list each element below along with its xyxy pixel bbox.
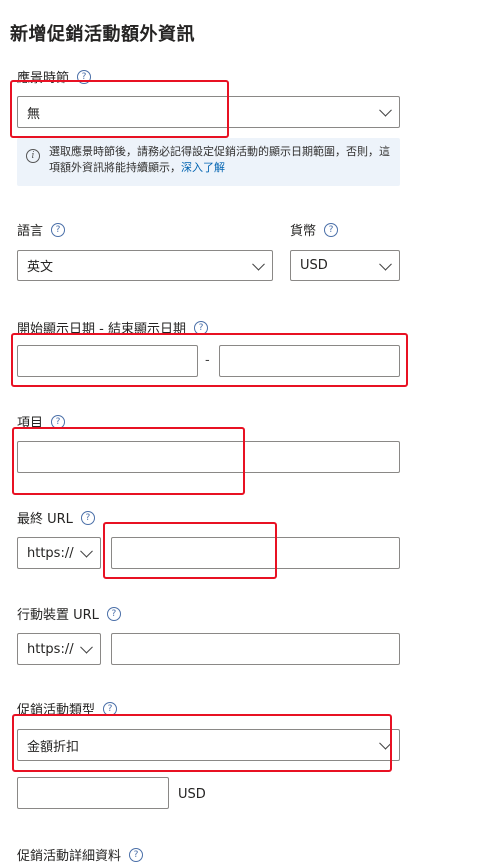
mobile-url-protocol-value: https:// bbox=[27, 641, 74, 657]
chevron-down-icon bbox=[80, 544, 93, 558]
currency-selected-value: USD bbox=[300, 258, 328, 273]
season-select[interactable]: 無 bbox=[17, 96, 400, 128]
discount-amount-input[interactable] bbox=[17, 777, 169, 809]
date-range-separator: - bbox=[205, 353, 210, 368]
help-icon[interactable]: ? bbox=[77, 69, 92, 84]
help-icon[interactable]: ? bbox=[193, 320, 208, 335]
info-banner: i 選取應景時節後，請務必記得設定促銷活動的顯示日期範圍，否則，這項額外資訊將能… bbox=[17, 138, 400, 186]
help-icon[interactable]: ? bbox=[324, 222, 339, 237]
promotion-type-selected-value: 金額折扣 bbox=[27, 739, 80, 755]
mobile-url-field-label: 行動裝置 URL ? bbox=[17, 604, 121, 623]
currency-label: 貨幣 bbox=[290, 224, 317, 239]
discount-unit-label: USD bbox=[178, 787, 206, 802]
info-icon: i bbox=[26, 149, 40, 163]
item-label: 項目 bbox=[17, 416, 44, 431]
start-date-input[interactable] bbox=[17, 345, 198, 377]
help-icon[interactable]: ? bbox=[103, 701, 118, 716]
display-dates-label: 開始顯示日期 - 結束顯示日期 bbox=[17, 322, 186, 337]
language-field-label: 語言 ? bbox=[17, 220, 66, 239]
language-label: 語言 bbox=[17, 224, 44, 239]
promotion-type-field-label: 促銷活動類型 ? bbox=[17, 699, 118, 718]
final-url-field-label: 最終 URL ? bbox=[17, 508, 95, 527]
currency-field-label: 貨幣 ? bbox=[290, 220, 339, 239]
language-select[interactable]: 英文 bbox=[17, 250, 273, 281]
season-field-label: 應景時節 ? bbox=[17, 67, 92, 86]
chevron-down-icon bbox=[379, 257, 392, 271]
final-url-label: 最終 URL bbox=[17, 512, 73, 527]
currency-select[interactable]: USD bbox=[290, 250, 400, 281]
promotion-type-label: 促銷活動類型 bbox=[17, 703, 96, 718]
chevron-down-icon bbox=[252, 257, 265, 271]
language-selected-value: 英文 bbox=[27, 260, 54, 275]
final-url-protocol-select[interactable]: https:// bbox=[17, 537, 101, 569]
season-selected-value: 無 bbox=[27, 106, 41, 122]
final-url-input[interactable] bbox=[111, 537, 400, 569]
season-label: 應景時節 bbox=[17, 71, 70, 86]
item-input[interactable] bbox=[17, 441, 400, 473]
help-icon[interactable]: ? bbox=[106, 606, 121, 621]
chevron-down-icon bbox=[379, 103, 392, 117]
mobile-url-protocol-select[interactable]: https:// bbox=[17, 633, 101, 665]
learn-more-link[interactable]: 深入了解 bbox=[181, 161, 225, 174]
final-url-protocol-value: https:// bbox=[27, 545, 74, 561]
chevron-down-icon bbox=[379, 736, 392, 750]
promotion-type-select[interactable]: 金額折扣 bbox=[17, 729, 400, 761]
help-icon[interactable]: ? bbox=[129, 847, 144, 862]
page-title: 新增促銷活動額外資訊 bbox=[10, 24, 195, 45]
help-icon[interactable]: ? bbox=[51, 414, 66, 429]
help-icon[interactable]: ? bbox=[51, 222, 66, 237]
end-date-input[interactable] bbox=[219, 345, 400, 377]
item-field-label: 項目 ? bbox=[17, 412, 66, 431]
help-icon[interactable]: ? bbox=[80, 510, 95, 525]
chevron-down-icon bbox=[80, 640, 93, 654]
promotion-details-label: 促銷活動詳細資料 bbox=[17, 849, 122, 864]
mobile-url-input[interactable] bbox=[111, 633, 400, 665]
display-dates-field-label: 開始顯示日期 - 結束顯示日期 ? bbox=[17, 318, 208, 337]
mobile-url-label: 行動裝置 URL bbox=[17, 608, 99, 623]
promotion-details-field-label: 促銷活動詳細資料 ? bbox=[17, 845, 144, 864]
